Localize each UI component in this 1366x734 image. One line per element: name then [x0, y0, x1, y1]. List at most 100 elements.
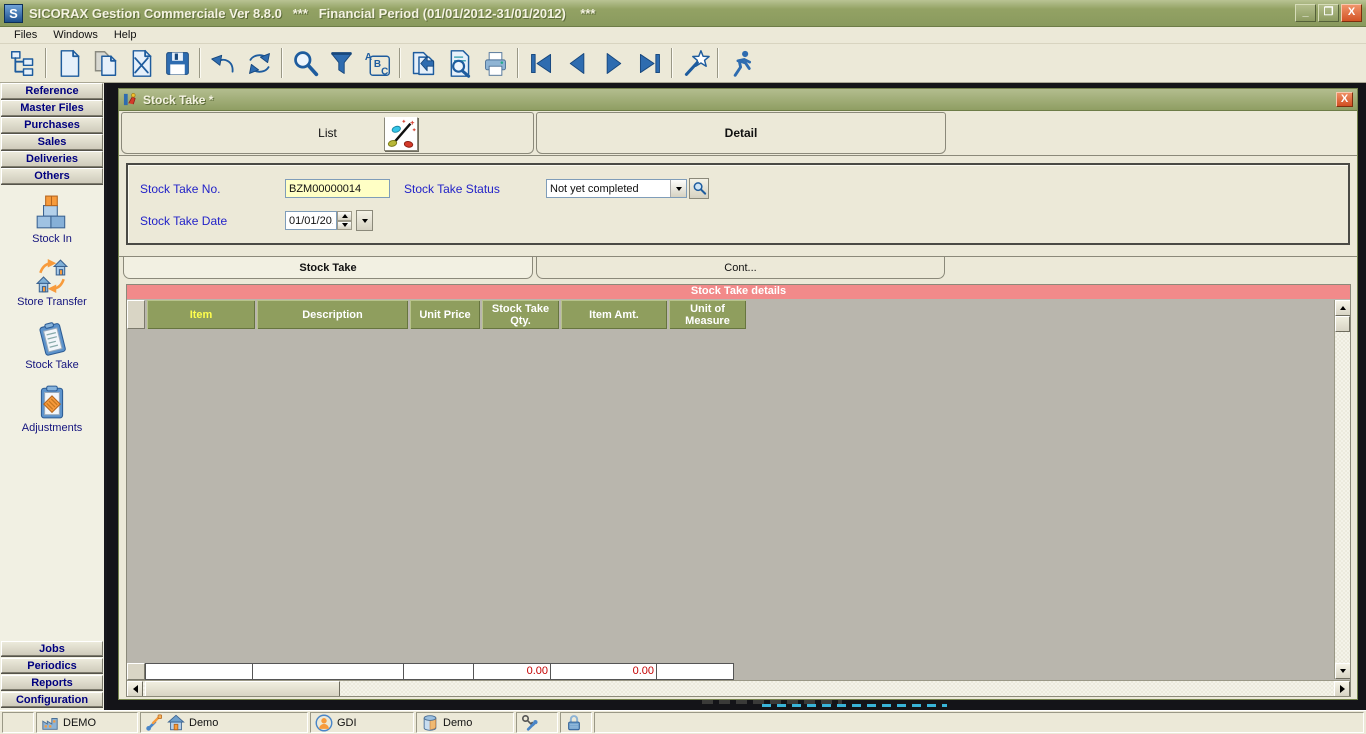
row-selector-header [127, 300, 145, 329]
tab-list-label: List [318, 126, 337, 140]
minimize-button[interactable]: _ [1295, 4, 1316, 22]
sidebar-item-purchases[interactable]: Purchases [1, 117, 103, 133]
menu-files[interactable]: Files [6, 28, 45, 42]
first-record-button[interactable] [523, 46, 559, 80]
shortcut-adjustments[interactable]: Adjustments [22, 384, 83, 434]
section-tab-strip: Stock Take Cont... [119, 256, 1357, 280]
tree-icon [9, 49, 38, 78]
sort-abc-icon: A B C [363, 49, 392, 78]
tab-stock-take[interactable]: Stock Take [123, 257, 533, 279]
sidebar-item-reference[interactable]: Reference [1, 83, 103, 99]
application-window: S SICORAX Gestion Commerciale Ver 8.8.0 … [0, 0, 1366, 734]
save-button[interactable] [159, 46, 195, 80]
new-document-button[interactable] [51, 46, 87, 80]
store-transfer-icon [34, 258, 70, 294]
import-icon [409, 49, 438, 78]
database-icon [421, 714, 439, 732]
copy-button[interactable] [87, 46, 123, 80]
previous-record-button[interactable] [559, 46, 595, 80]
run-button[interactable] [723, 46, 759, 80]
sidebar-item-reports[interactable]: Reports [1, 675, 103, 691]
stock-take-close-button[interactable]: X [1336, 92, 1353, 107]
entry-cell-item[interactable] [145, 663, 253, 680]
stock-take-window: Stock Take * X List [118, 88, 1358, 700]
sidebar-item-periodics[interactable]: Periodics [1, 658, 103, 674]
import-button[interactable] [405, 46, 441, 80]
horizontal-scrollbar[interactable] [127, 680, 1350, 696]
next-record-icon [599, 49, 628, 78]
filter-button[interactable] [323, 46, 359, 80]
column-header-description: Description [257, 300, 408, 329]
entry-row-selector[interactable] [127, 663, 145, 680]
last-record-button[interactable] [631, 46, 667, 80]
shortcut-stock-in[interactable]: Stock In [32, 195, 72, 245]
vertical-scroll-thumb[interactable] [1335, 316, 1350, 332]
tab-detail[interactable]: Detail [536, 112, 946, 154]
stock-take-no-input[interactable] [285, 179, 390, 198]
restore-button[interactable]: ❐ [1318, 4, 1339, 22]
stock-take-date-input[interactable] [285, 211, 337, 230]
grid-entry-row: 0.00 0.00 [127, 663, 1350, 680]
stock-take-status-combo[interactable]: Not yet completed [546, 179, 687, 198]
vertical-scrollbar[interactable] [1334, 300, 1350, 679]
print-preview-button[interactable] [441, 46, 477, 80]
tab-cont[interactable]: Cont... [536, 257, 945, 279]
date-spin-down-button[interactable] [337, 221, 352, 231]
main-tab-strip: List Detail [119, 111, 1357, 156]
grid-empty-body [127, 329, 1350, 663]
adjustments-icon [34, 384, 70, 420]
refresh-button[interactable] [241, 46, 277, 80]
tab-list[interactable]: List [121, 112, 534, 154]
date-dropdown-button[interactable] [356, 210, 373, 231]
menu-help[interactable]: Help [106, 28, 145, 42]
column-header-item: Item [147, 300, 255, 329]
entry-cell-description[interactable] [253, 663, 404, 680]
save-icon [163, 49, 192, 78]
sort-abc-button[interactable]: A B C [359, 46, 395, 80]
toolbar: A B C [0, 44, 1366, 83]
search-button[interactable] [287, 46, 323, 80]
close-button[interactable]: X [1341, 4, 1362, 22]
main-area: Reference Master Files Purchases Sales D… [0, 83, 1366, 710]
status-section-filler [594, 712, 1364, 733]
sidebar-item-sales[interactable]: Sales [1, 134, 103, 150]
stock-take-form: Stock Take No. Stock Take Status Not yet… [126, 163, 1350, 245]
print-button[interactable] [477, 46, 513, 80]
key-wrench-icon [521, 714, 539, 732]
print-icon [481, 49, 510, 78]
entry-cell-unit-price[interactable] [404, 663, 474, 680]
delete-document-button[interactable] [123, 46, 159, 80]
sidebar-item-deliveries[interactable]: Deliveries [1, 151, 103, 167]
stock-take-window-title: Stock Take * [143, 93, 213, 107]
list-wizard-button[interactable] [384, 117, 418, 151]
status-site: Demo [189, 717, 218, 729]
sidebar-item-configuration[interactable]: Configuration [1, 692, 103, 708]
scroll-down-button[interactable] [1335, 663, 1351, 679]
undo-button[interactable] [205, 46, 241, 80]
tree-button[interactable] [5, 46, 41, 80]
column-header-unit-of-measure: Unit of Measure [669, 300, 746, 329]
wizard-button[interactable] [677, 46, 713, 80]
status-dropdown-button[interactable] [670, 180, 686, 197]
sidebar-item-master-files[interactable]: Master Files [1, 100, 103, 116]
shortcut-store-transfer[interactable]: Store Transfer [17, 258, 87, 308]
sidebar-item-others[interactable]: Others [1, 168, 103, 184]
next-record-button[interactable] [595, 46, 631, 80]
filter-icon [327, 49, 356, 78]
scroll-right-button[interactable] [1334, 681, 1350, 697]
status-section-company: DEMO [36, 712, 138, 733]
status-bar: DEMO Demo GDI [0, 710, 1366, 734]
date-spin-up-button[interactable] [337, 211, 352, 221]
menu-windows[interactable]: Windows [45, 28, 106, 42]
scroll-left-button[interactable] [127, 681, 143, 697]
entry-cell-item-amt[interactable]: 0.00 [551, 663, 657, 680]
grid-header-row: Item Description Unit Price Stock Take Q… [127, 300, 1350, 329]
scroll-up-button[interactable] [1335, 300, 1351, 316]
status-section-security-tools [516, 712, 558, 733]
horizontal-scroll-thumb[interactable] [145, 681, 340, 697]
shortcut-stock-take[interactable]: Stock Take [25, 321, 79, 371]
entry-cell-unit-of-measure[interactable] [657, 663, 734, 680]
entry-cell-stock-take-qty[interactable]: 0.00 [474, 663, 551, 680]
status-lookup-button[interactable] [689, 178, 709, 199]
sidebar-item-jobs[interactable]: Jobs [1, 641, 103, 657]
